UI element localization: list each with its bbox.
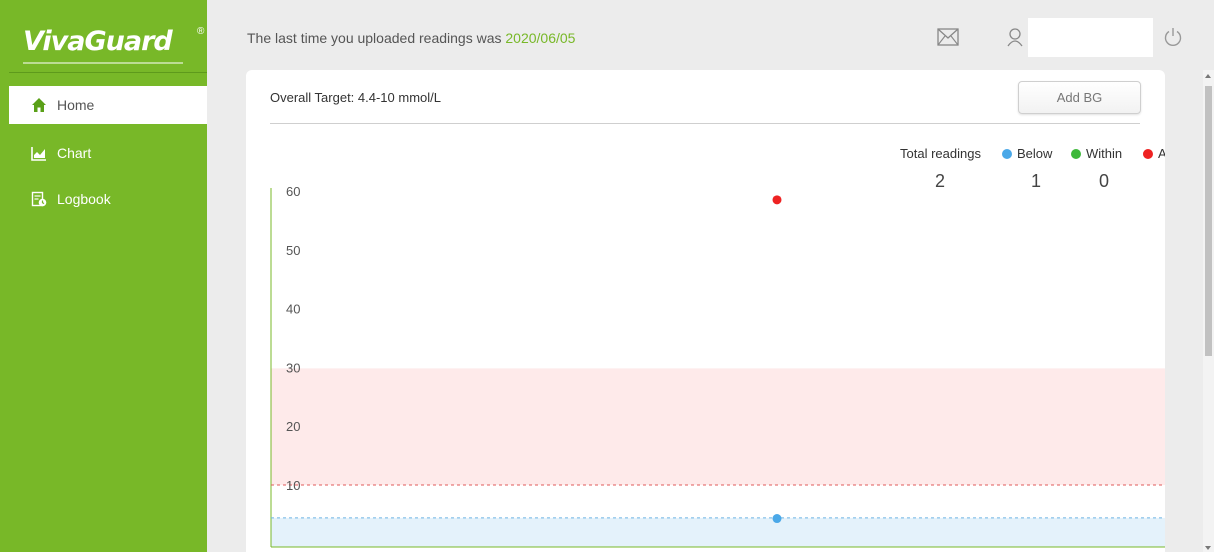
- above-range-band: [271, 368, 1165, 485]
- below-dot: [1002, 149, 1012, 159]
- sidebar: VivaGuard ® Home Chart Logbook: [0, 0, 207, 552]
- vertical-scrollbar[interactable]: [1203, 70, 1214, 552]
- y-tick-label: 40: [286, 302, 300, 317]
- sidebar-item-label: Chart: [57, 145, 92, 161]
- sidebar-item-chart[interactable]: Chart: [9, 134, 207, 172]
- logo-swoosh: [23, 62, 183, 64]
- y-tick-label: 50: [286, 243, 300, 258]
- last-upload-text: The last time you uploaded readings was: [247, 30, 506, 46]
- logbook-icon: [31, 191, 47, 207]
- readings-card: Overall Target: 4.4-10 mmol/L Add BG 60 5…: [246, 70, 1165, 552]
- reading-point-below: [772, 514, 782, 524]
- scroll-up-arrow[interactable]: [1205, 74, 1211, 78]
- glucose-chart: 60 50 40 30 20 10: [270, 184, 1165, 548]
- user-name-field[interactable]: [1028, 18, 1153, 57]
- above-label: A: [1158, 146, 1165, 161]
- total-readings-value: 2: [935, 171, 946, 191]
- last-upload-message: The last time you uploaded readings was …: [247, 30, 575, 46]
- within-value: 0: [1099, 171, 1110, 191]
- sidebar-item-home[interactable]: Home: [9, 86, 207, 124]
- logo-registered-mark: ®: [197, 26, 205, 37]
- within-label: Within: [1086, 146, 1123, 161]
- y-tick-label: 60: [286, 184, 300, 199]
- above-dot: [1143, 149, 1153, 159]
- below-legend: Below: [1002, 146, 1052, 161]
- user-icon: [1006, 27, 1024, 52]
- logout-power-icon[interactable]: [1163, 27, 1183, 52]
- sidebar-item-label: Logbook: [57, 191, 111, 207]
- sidebar-item-label: Home: [57, 97, 95, 113]
- mail-icon[interactable]: [937, 28, 959, 51]
- logo: VivaGuard ®: [9, 10, 207, 70]
- y-tick-label: 20: [286, 419, 300, 434]
- y-tick-label: 10: [286, 478, 300, 493]
- logo-divider: [9, 72, 207, 73]
- total-readings-label: Total readings: [900, 146, 981, 161]
- logo-text: VivaGuard: [23, 26, 173, 57]
- scroll-thumb[interactable]: [1205, 86, 1212, 356]
- y-tick-label: 30: [286, 360, 300, 375]
- home-icon: [31, 97, 47, 113]
- sidebar-item-logbook[interactable]: Logbook: [9, 180, 207, 218]
- below-value: 1: [1031, 171, 1042, 191]
- scroll-down-arrow[interactable]: [1205, 546, 1211, 550]
- below-range-band: [271, 517, 1165, 547]
- chart-icon: [31, 145, 47, 161]
- within-legend: Within: [1071, 146, 1122, 161]
- above-legend: A: [1143, 146, 1165, 161]
- below-label: Below: [1017, 146, 1053, 161]
- within-dot: [1071, 149, 1081, 159]
- reading-point-above: [772, 195, 782, 205]
- last-upload-date: 2020/06/05: [505, 30, 576, 46]
